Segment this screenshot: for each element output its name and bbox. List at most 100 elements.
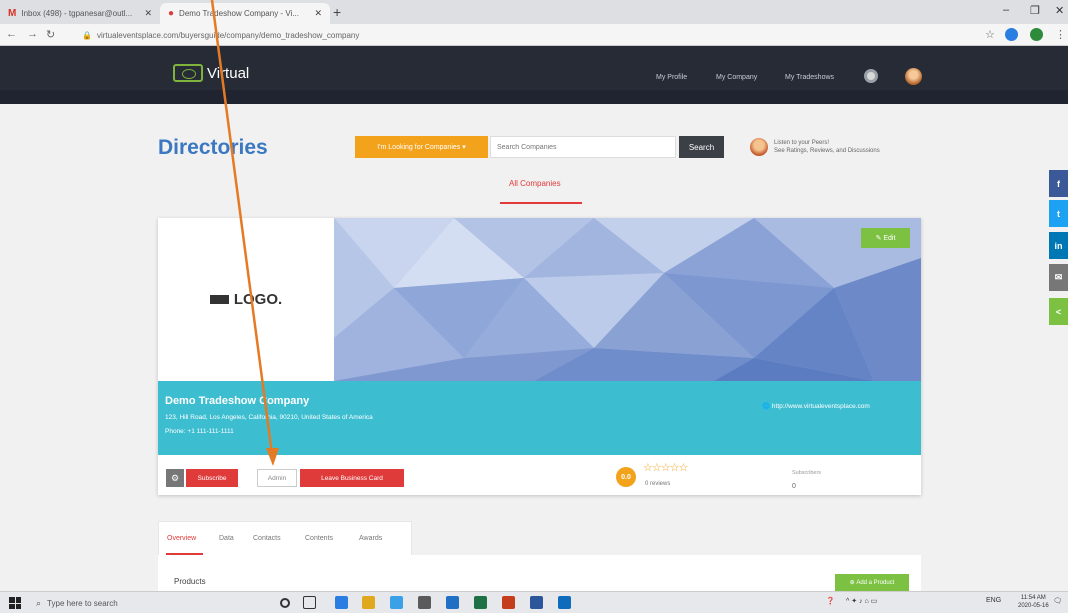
chrome-taskbar-icon[interactable] xyxy=(390,596,403,609)
forward-icon[interactable]: → xyxy=(27,28,38,40)
address-bar: ← → ↻ 🔒 virtualeventsplace.com/buyersgui… xyxy=(0,24,1068,46)
back-icon[interactable]: ← xyxy=(6,28,17,40)
linkedin-icon[interactable]: in xyxy=(1049,232,1068,259)
search-button[interactable]: Search xyxy=(679,136,724,158)
company-banner xyxy=(334,218,921,381)
company-name: Demo Tradeshow Company xyxy=(165,395,310,407)
listen-line-2: See Ratings, Reviews, and Discussions xyxy=(774,148,880,154)
outlook-icon[interactable] xyxy=(446,596,459,609)
company-website: http://www.virtualeventsplace.com xyxy=(771,403,870,410)
profile-tabs: Overview Data Contacts Contents Awards xyxy=(158,521,412,555)
logo-mark-icon xyxy=(209,295,232,304)
user-avatar[interactable] xyxy=(905,68,922,85)
url-field[interactable]: 🔒 virtualeventsplace.com/buyersguide/com… xyxy=(82,27,972,43)
star-rating-icon[interactable]: ☆☆☆☆☆ xyxy=(643,461,688,474)
subscribe-button[interactable]: Subscribe xyxy=(186,469,238,487)
company-actions: ⚙ Subscribe Admin Leave Business Card 0.… xyxy=(158,455,921,495)
subscribers-label: Subscribers xyxy=(792,470,822,476)
help-icon[interactable]: ❓ xyxy=(826,597,835,605)
settings-gear-icon[interactable]: ⚙ xyxy=(166,469,184,487)
nav-my-tradeshows[interactable]: My Tradeshows xyxy=(785,74,834,81)
edit-icon: ✎ xyxy=(875,235,884,242)
browser-tab-gmail[interactable]: M Inbox (498) - tgpanesar@outl... ✕ xyxy=(0,3,160,24)
tab-all-companies[interactable]: All Companies xyxy=(509,179,561,188)
page-title: Directories xyxy=(158,136,268,159)
admin-button[interactable]: Admin xyxy=(257,469,297,487)
settings-icon[interactable] xyxy=(864,69,878,83)
company-address: 123, Hill Road, Los Angeles, California,… xyxy=(165,414,373,421)
reviews-count[interactable]: 0 reviews xyxy=(645,481,670,487)
bookmark-star-icon[interactable]: ☆ xyxy=(985,28,995,41)
edge-icon[interactable] xyxy=(335,596,348,609)
logo-emblem-icon xyxy=(173,64,203,82)
taskbar-search[interactable]: ⌕ Type here to search xyxy=(36,594,266,612)
company-logo-text: LOGO. xyxy=(233,291,283,308)
subscribers-count: 0 xyxy=(792,483,796,490)
tab-contacts[interactable]: Contacts xyxy=(253,535,281,542)
close-icon[interactable]: ✕ xyxy=(144,8,152,19)
url-text: virtualeventsplace.com/buyersguide/compa… xyxy=(96,30,360,40)
polygon-banner-art xyxy=(334,218,921,381)
file-explorer-icon[interactable] xyxy=(362,596,375,609)
extension-icon[interactable] xyxy=(1005,28,1018,41)
listen-to-peers-link[interactable]: Listen to your Peers! See Ratings, Revie… xyxy=(774,139,880,155)
search-input[interactable] xyxy=(490,136,676,158)
tab-awards[interactable]: Awards xyxy=(359,535,382,542)
tab-overview[interactable]: Overview xyxy=(167,535,196,542)
close-icon[interactable]: ✕ xyxy=(314,8,322,19)
new-tab-button[interactable]: + xyxy=(333,4,341,20)
menu-icon[interactable]: ⋮ xyxy=(1055,28,1066,41)
minimize-icon[interactable]: – xyxy=(1003,4,1009,16)
tab-contents[interactable]: Contents xyxy=(305,535,333,542)
company-card: LOGO. Demo Tradeshow Company 123, Hill R… xyxy=(158,218,921,495)
add-product-label: Add a Product xyxy=(856,579,895,586)
browser-tab-active[interactable]: ● Demo Tradeshow Company - Vi... ✕ xyxy=(160,3,330,24)
windows-start-icon[interactable] xyxy=(9,597,21,609)
taskbar-search-placeholder: Type here to search xyxy=(47,598,118,608)
company-filter-dropdown[interactable]: I'm Looking for Companies ▾ xyxy=(355,136,488,158)
brand-name: Virtual xyxy=(207,64,250,82)
active-tab-indicator xyxy=(500,202,582,204)
nav-my-company[interactable]: My Company xyxy=(716,74,757,81)
tab-data[interactable]: Data xyxy=(219,535,234,542)
products-heading: Products xyxy=(174,577,206,586)
language-indicator[interactable]: ENG xyxy=(986,597,1001,604)
gmail-icon: M xyxy=(8,8,17,19)
reload-icon[interactable]: ↻ xyxy=(46,28,55,41)
mail-icon[interactable] xyxy=(558,596,571,609)
site-logo[interactable]: Virtual xyxy=(173,64,249,82)
listen-line-1: Listen to your Peers! xyxy=(774,140,830,146)
company-phone: Phone: +1 111-111-1111 xyxy=(165,428,234,435)
twitter-icon[interactable]: t xyxy=(1049,200,1068,227)
email-icon[interactable]: ✉ xyxy=(1049,264,1068,291)
word-icon[interactable] xyxy=(530,596,543,609)
clock-time: 11:54 AM xyxy=(1020,595,1046,601)
close-window-icon[interactable]: ✕ xyxy=(1055,4,1064,17)
system-tray-icons[interactable]: ^ ✦ ♪ ⌂ ▭ xyxy=(846,597,877,605)
facebook-icon[interactable]: f xyxy=(1049,170,1068,197)
edit-button[interactable]: ✎ Edit xyxy=(861,228,910,248)
notifications-icon[interactable]: 🗨 xyxy=(1053,597,1062,605)
browser-tab-bar: M Inbox (498) - tgpanesar@outl... ✕ ● De… xyxy=(0,0,1068,24)
restore-icon[interactable]: ❐ xyxy=(1030,4,1040,17)
site-header: Virtual My Profile My Company My Tradesh… xyxy=(0,46,1068,104)
chrome-site-icon: ● xyxy=(168,8,175,19)
lock-icon: 🔒 xyxy=(82,30,92,40)
add-product-button[interactable]: ⊕ Add a Product xyxy=(835,574,909,591)
company-website-link[interactable]: 🌐 http://www.virtualeventsplace.com xyxy=(762,402,870,410)
taskbar-clock[interactable]: 11:54 AM 2020-05-16 xyxy=(1018,594,1049,610)
clock-date: 2020-05-16 xyxy=(1018,603,1049,609)
profile-icon[interactable] xyxy=(1030,28,1043,41)
cortana-icon[interactable] xyxy=(280,598,290,608)
globe-icon: 🌐 xyxy=(762,403,772,410)
edit-label: Edit xyxy=(883,234,896,242)
share-icon[interactable]: < xyxy=(1049,298,1068,325)
excel-icon[interactable] xyxy=(474,596,487,609)
rating-score-badge: 0.0 xyxy=(616,467,636,487)
leave-business-card-button[interactable]: Leave Business Card xyxy=(300,469,404,487)
powerpoint-icon[interactable] xyxy=(502,596,515,609)
windows-taskbar: ⌕ Type here to search ❓ ^ ✦ ♪ ⌂ ▭ ENG 11… xyxy=(0,591,1068,613)
store-icon[interactable] xyxy=(418,596,431,609)
task-view-icon[interactable] xyxy=(303,596,316,609)
nav-my-profile[interactable]: My Profile xyxy=(656,74,687,81)
